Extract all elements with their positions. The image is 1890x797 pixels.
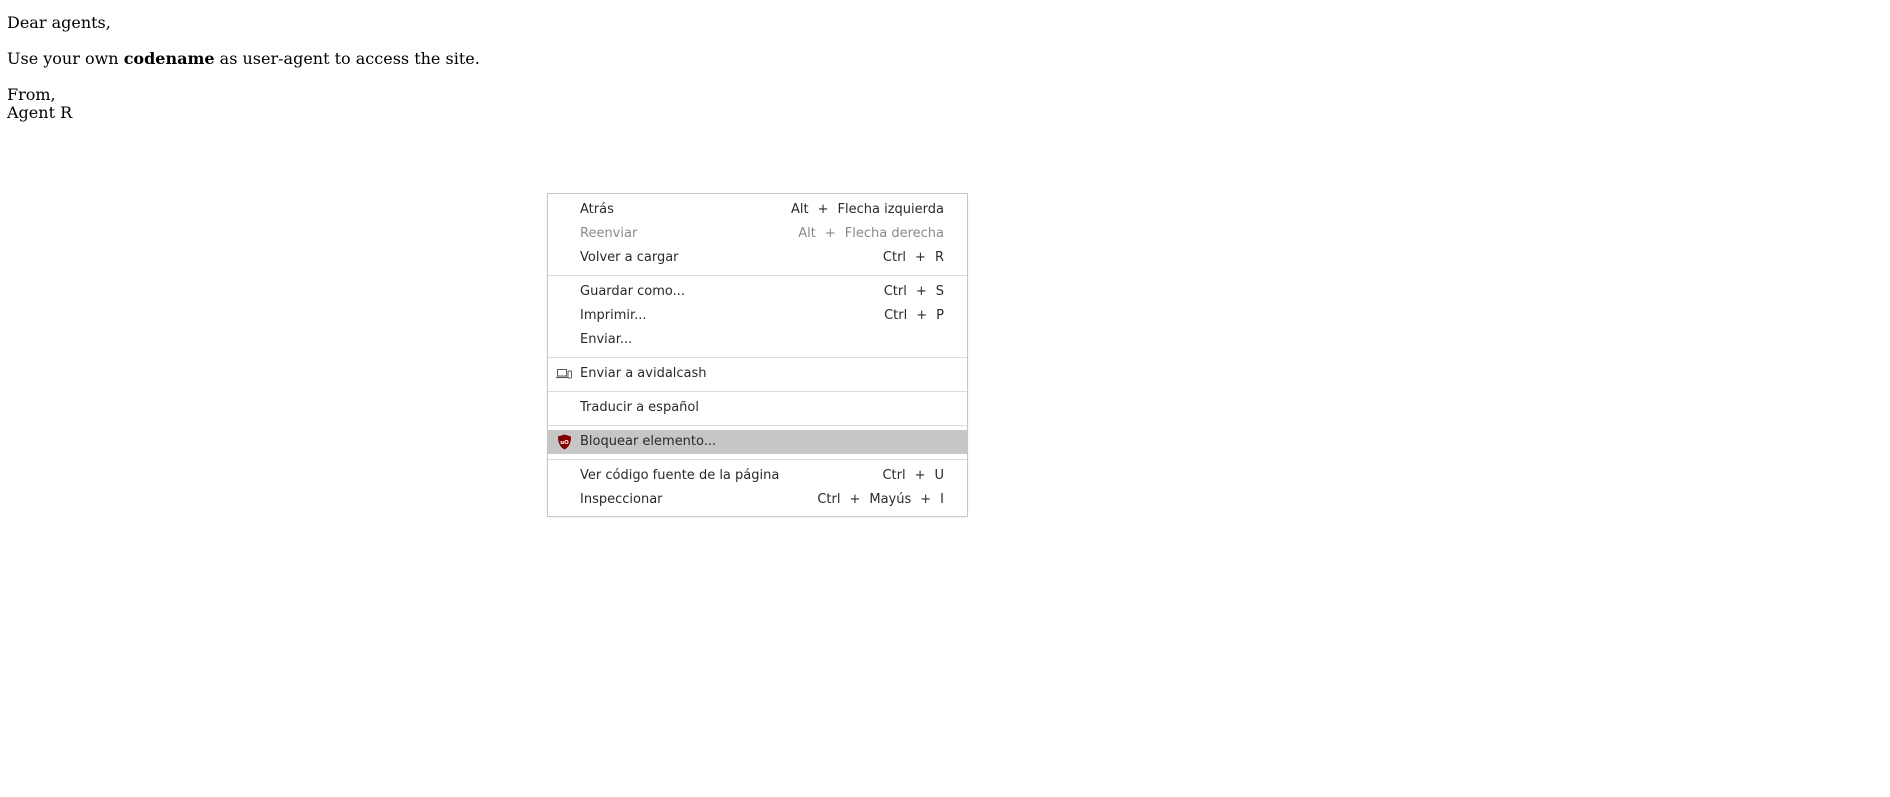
letter-greeting: Dear agents,	[7, 13, 111, 32]
menu-item-label: Guardar como...	[580, 284, 685, 299]
svg-text:uO: uO	[560, 440, 569, 446]
menu-item-reload[interactable]: Volver a cargar Ctrl + R	[548, 246, 967, 270]
letter-body-end: as user-agent to access the site.	[214, 49, 480, 68]
letter-from: From,	[7, 85, 56, 104]
menu-item-label: Ver código fuente de la página	[580, 468, 780, 483]
menu-item-label: Bloquear elemento...	[580, 434, 717, 449]
menu-item-label: Reenviar	[580, 226, 638, 241]
menu-item-save-as[interactable]: Guardar como... Ctrl + S	[548, 280, 967, 304]
menu-item-shortcut: Ctrl + S	[883, 284, 944, 299]
menu-item-back[interactable]: Atrás Alt + Flecha izquierda	[548, 198, 967, 222]
letter-body-start: Use your own	[7, 49, 124, 68]
ublock-origin-icon: uO	[556, 434, 572, 450]
devices-icon	[556, 366, 572, 382]
menu-separator	[548, 275, 967, 276]
context-menu: Atrás Alt + Flecha izquierda Reenviar Alt +…	[547, 193, 968, 517]
menu-item-label: Traducir a español	[580, 400, 699, 415]
letter-signature: Agent R	[7, 103, 73, 122]
menu-item-label: Inspeccionar	[580, 492, 663, 507]
menu-item-label: Imprimir...	[580, 308, 647, 323]
menu-item-send-to-device[interactable]: Enviar a avidalcash	[548, 362, 967, 386]
letter-body: Use your own codename as user-agent to a…	[7, 50, 480, 68]
menu-item-label: Volver a cargar	[580, 250, 679, 265]
menu-separator	[548, 357, 967, 358]
menu-item-send[interactable]: Enviar...	[548, 328, 967, 352]
letter-closing: From, Agent R	[7, 86, 480, 122]
menu-item-shortcut: Ctrl + P	[884, 308, 944, 323]
letter-bold-word: codename	[123, 49, 215, 68]
menu-separator	[548, 425, 967, 426]
menu-item-view-source[interactable]: Ver código fuente de la página Ctrl + U	[548, 464, 967, 488]
menu-item-shortcut: Ctrl + R	[882, 250, 944, 265]
page-content: Dear agents, Use your own codename as us…	[7, 14, 480, 122]
menu-item-forward: Reenviar Alt + Flecha derecha	[548, 222, 967, 246]
menu-item-shortcut: Ctrl + U	[882, 468, 944, 483]
menu-item-shortcut: Ctrl + Mayús + I	[817, 492, 944, 507]
menu-separator	[548, 459, 967, 460]
menu-item-inspect[interactable]: Inspeccionar Ctrl + Mayús + I	[548, 488, 967, 512]
menu-item-shortcut: Alt + Flecha izquierda	[791, 202, 944, 217]
menu-item-shortcut: Alt + Flecha derecha	[798, 226, 944, 241]
menu-item-label: Enviar...	[580, 332, 633, 347]
menu-item-block-element[interactable]: uO Bloquear elemento...	[548, 430, 967, 454]
menu-separator	[548, 391, 967, 392]
menu-item-translate[interactable]: Traducir a español	[548, 396, 967, 420]
menu-item-label: Atrás	[580, 202, 614, 217]
menu-item-label: Enviar a avidalcash	[580, 366, 707, 381]
menu-item-print[interactable]: Imprimir... Ctrl + P	[548, 304, 967, 328]
